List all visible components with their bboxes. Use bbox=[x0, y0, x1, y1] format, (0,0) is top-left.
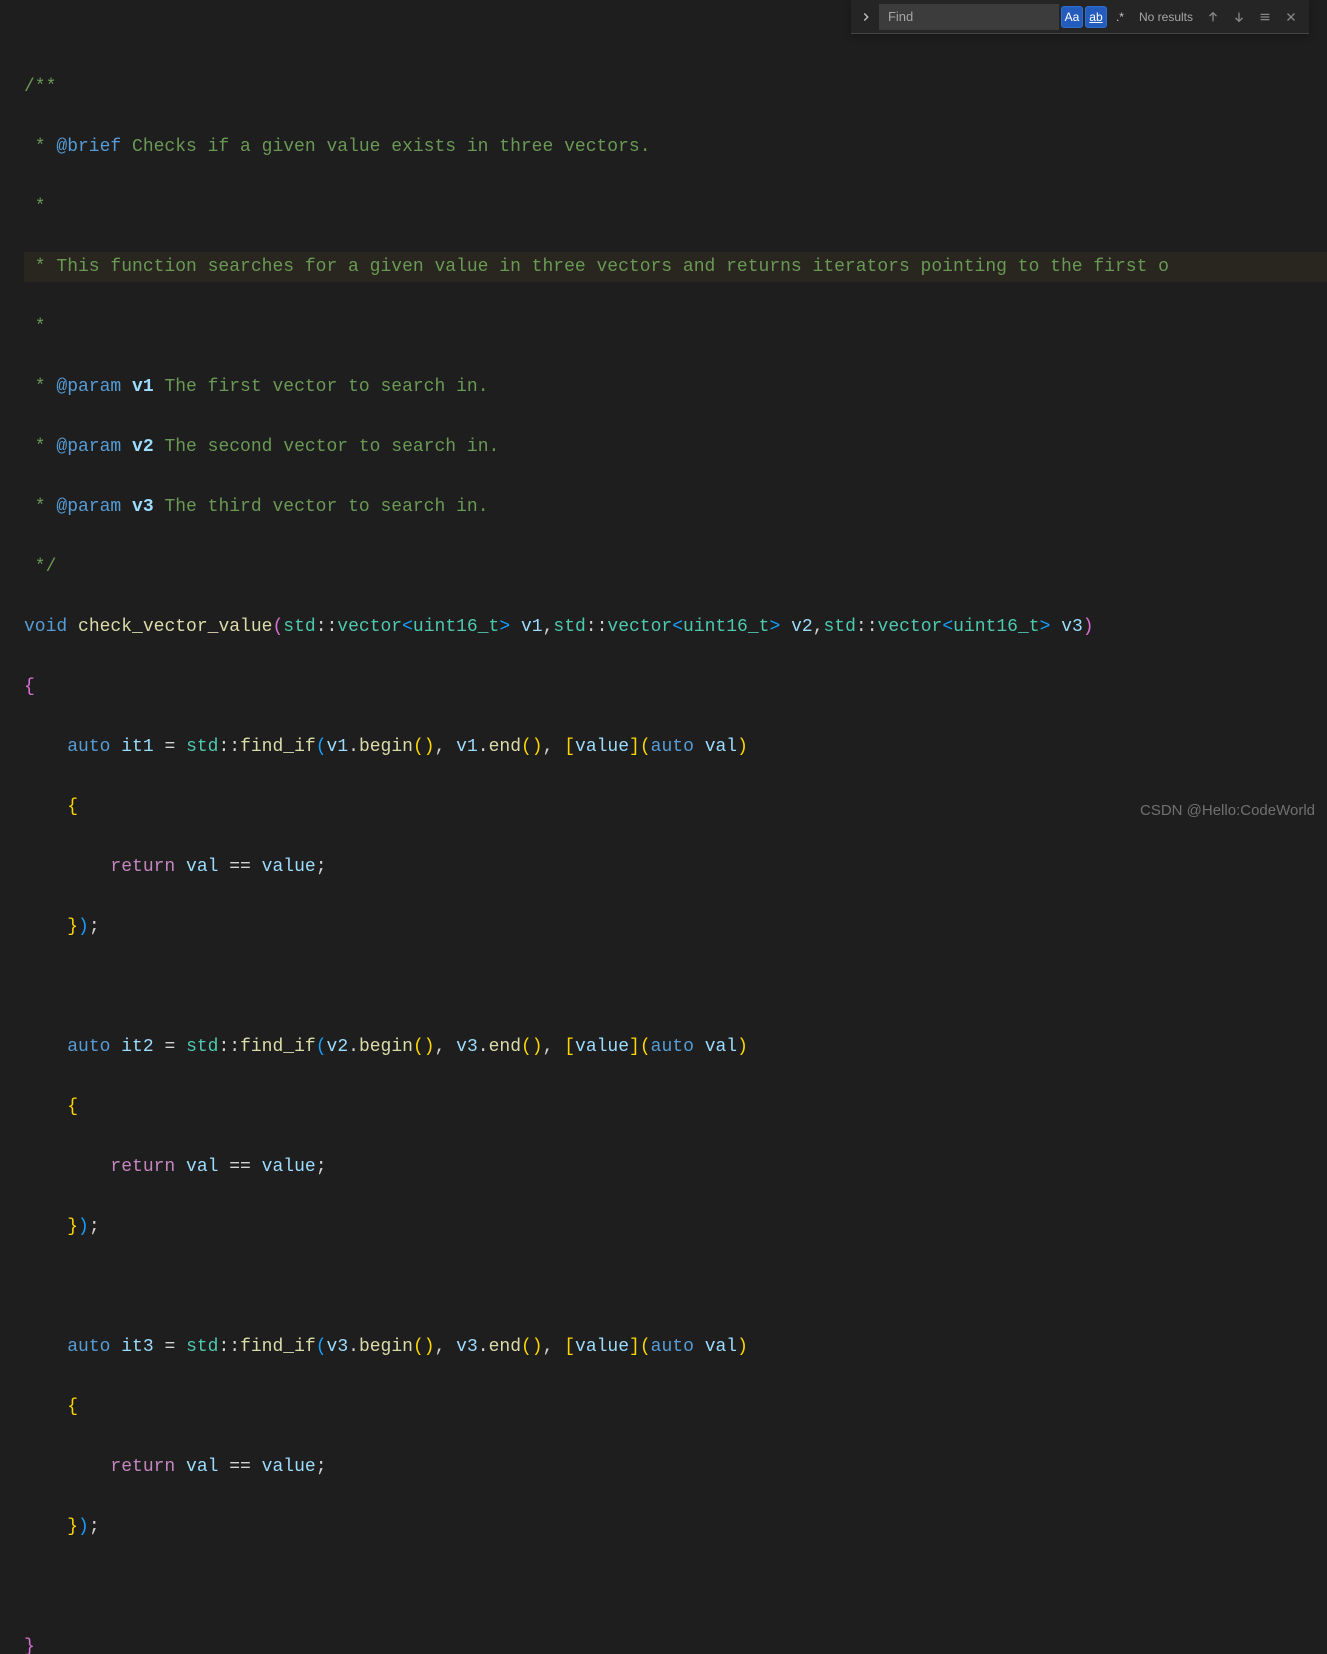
doc-param-text: The first vector to search in. bbox=[154, 372, 489, 402]
find-close[interactable] bbox=[1279, 5, 1303, 29]
code-line: auto it3 = std::find_if(v3.begin(), v3.e… bbox=[24, 1332, 1327, 1362]
find-next[interactable] bbox=[1227, 5, 1251, 29]
code-line: auto it2 = std::find_if(v2.begin(), v3.e… bbox=[24, 1032, 1327, 1062]
lambda-close: } bbox=[67, 1212, 78, 1242]
code-line: return val == value; bbox=[24, 852, 1327, 882]
lambda-open: { bbox=[67, 1392, 78, 1422]
doc-star: * bbox=[24, 312, 46, 342]
find-widget: Aa ab .* No results bbox=[851, 0, 1309, 34]
doc-brief-text: Checks if a given value exists in three … bbox=[121, 132, 650, 162]
find-regex[interactable]: .* bbox=[1109, 6, 1131, 28]
doc-open: /** bbox=[24, 72, 56, 102]
doc-star: * bbox=[24, 132, 56, 162]
code-line: return val == value; bbox=[24, 1152, 1327, 1182]
doc-brief-tag: @brief bbox=[56, 132, 121, 162]
doc-star: * bbox=[24, 492, 56, 522]
lambda-close: } bbox=[67, 912, 78, 942]
doc-param-name: v1 bbox=[132, 372, 154, 402]
doc-star: * bbox=[24, 252, 56, 282]
lambda-open: { bbox=[67, 1092, 78, 1122]
doc-param-tag: @param bbox=[56, 372, 121, 402]
open-brace: { bbox=[24, 672, 35, 702]
doc-star: * bbox=[24, 192, 46, 222]
find-toggle-replace[interactable] bbox=[857, 3, 875, 31]
doc-param-tag: @param bbox=[56, 492, 121, 522]
doc-param-text: The third vector to search in. bbox=[154, 492, 489, 522]
lambda-close: } bbox=[67, 1512, 78, 1542]
function-signature: void check_vector_value(std::vector<uint… bbox=[24, 612, 1327, 642]
lambda-open: { bbox=[67, 792, 78, 822]
doc-param-name: v2 bbox=[132, 432, 154, 462]
code-line: auto it1 = std::find_if(v1.begin(), v1.e… bbox=[24, 732, 1327, 762]
find-prev[interactable] bbox=[1201, 5, 1225, 29]
doc-desc: This function searches for a given value… bbox=[56, 252, 1169, 282]
doc-close: */ bbox=[24, 552, 56, 582]
find-results: No results bbox=[1139, 10, 1193, 24]
code-line: return val == value; bbox=[24, 1452, 1327, 1482]
close-brace: } bbox=[24, 1632, 35, 1654]
watermark: CSDN @Hello:CodeWorld bbox=[1140, 802, 1315, 819]
doc-star: * bbox=[24, 372, 56, 402]
doc-param-text: The second vector to search in. bbox=[154, 432, 500, 462]
find-case-sensitive[interactable]: Aa bbox=[1061, 6, 1083, 28]
code-editor[interactable]: /** * @brief Checks if a given value exi… bbox=[0, 0, 1327, 1654]
find-selection[interactable] bbox=[1253, 5, 1277, 29]
find-whole-word[interactable]: ab bbox=[1085, 6, 1107, 28]
doc-param-name: v3 bbox=[132, 492, 154, 522]
find-input[interactable] bbox=[879, 4, 1059, 30]
doc-star: * bbox=[24, 432, 56, 462]
doc-param-tag: @param bbox=[56, 432, 121, 462]
